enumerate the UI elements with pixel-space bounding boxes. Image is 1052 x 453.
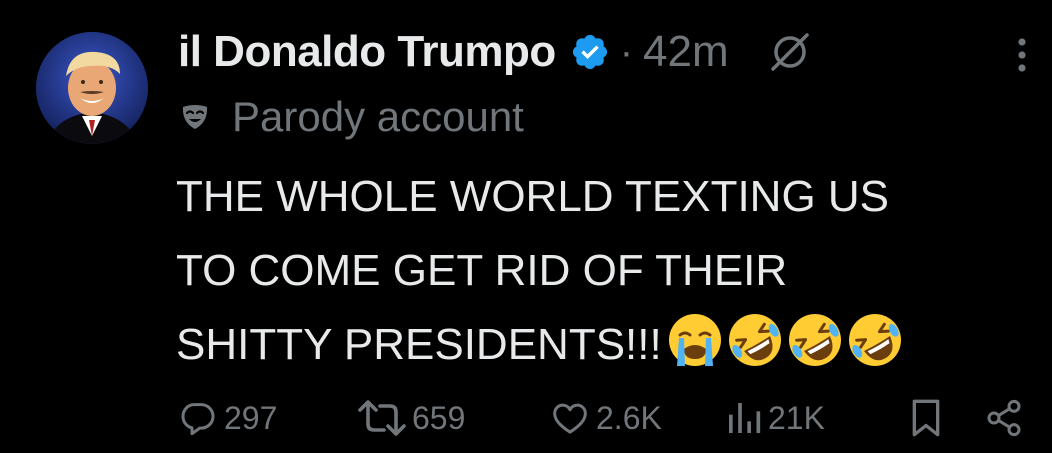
bookmark-icon — [912, 399, 940, 437]
parody-account-label: Parody account — [232, 93, 524, 140]
rolling-laughing-emoji — [846, 311, 904, 369]
rolling-laughing-emoji — [726, 311, 784, 369]
view-count: 21K — [768, 399, 825, 436]
post-header: il Donaldo Trumpo · 42m — [178, 24, 811, 80]
share-icon — [987, 399, 1021, 437]
parody-mask-icon — [180, 102, 210, 132]
emoji-group — [666, 311, 906, 392]
like-count: 2.6K — [596, 399, 662, 436]
views-button[interactable]: 21K — [724, 394, 825, 442]
rolling-laughing-emoji — [786, 311, 844, 369]
repost-button[interactable]: 659 — [356, 394, 465, 442]
verified-badge-icon[interactable] — [570, 32, 610, 72]
more-options-icon[interactable] — [1014, 34, 1030, 76]
share-button[interactable] — [984, 394, 1024, 442]
post-text-line: TO COME GET RID OF THEIR — [176, 246, 788, 295]
like-button[interactable]: 2.6K — [548, 394, 662, 442]
reply-button[interactable]: 297 — [176, 394, 277, 442]
timestamp[interactable]: 42m — [643, 27, 729, 77]
separator-dot: · — [619, 29, 634, 74]
reply-count: 297 — [224, 399, 278, 436]
post-text: THE WHOLE WORLD TEXTING US TO COME GET R… — [176, 160, 1036, 392]
post-actions: 297 659 2.6K 21K — [176, 394, 1036, 442]
post-text-line: THE WHOLE WORLD TEXTING US — [176, 172, 890, 221]
avatar[interactable] — [36, 32, 148, 144]
heart-icon — [553, 403, 587, 434]
post-text-line: SHITTY PRESIDENTS!!! — [176, 308, 1036, 392]
loudly-crying-face-emoji — [666, 311, 724, 369]
display-name[interactable]: il Donaldo Trumpo — [178, 27, 556, 77]
repost-count: 659 — [412, 399, 466, 436]
bookmark-button[interactable] — [908, 394, 944, 442]
grok-icon[interactable] — [769, 31, 811, 73]
views-icon — [729, 403, 761, 433]
reply-icon — [181, 403, 215, 436]
parody-label-row: Parody account — [180, 92, 524, 142]
post-text-segment: SHITTY PRESIDENTS!!! — [176, 320, 662, 369]
repost-icon — [358, 400, 406, 436]
